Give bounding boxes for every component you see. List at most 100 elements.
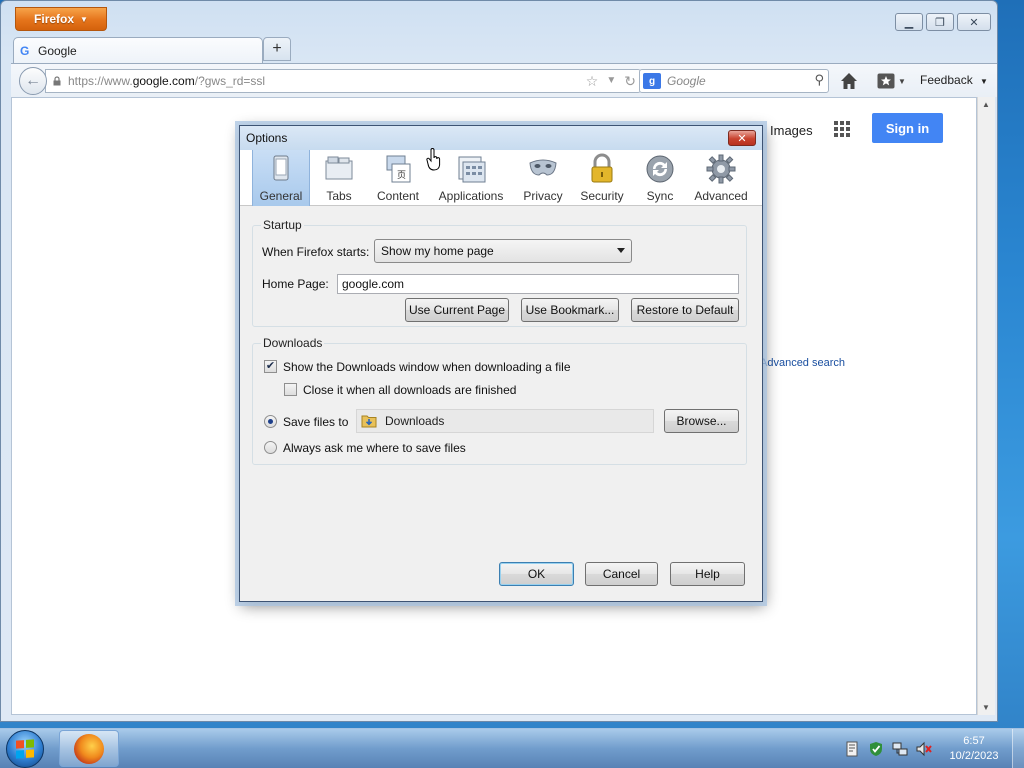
tab-tabs[interactable]: Tabs — [310, 150, 368, 206]
scroll-up-icon[interactable]: ▲ — [982, 100, 990, 109]
advanced-search-link[interactable]: Advanced search — [760, 357, 845, 369]
always-ask-label: Always ask me where to save files — [283, 441, 466, 455]
security-shield-icon[interactable] — [868, 741, 884, 757]
reload-icon[interactable]: ↻ — [624, 73, 636, 90]
maximize-button[interactable]: ❐ — [926, 13, 954, 31]
feedback-label: Feedback — [920, 73, 973, 87]
taskbar-firefox-button[interactable] — [59, 730, 119, 767]
url-bar[interactable]: https://www.google.com/?gws_rd=ssl ☆ ▼ ↻ — [45, 69, 641, 93]
restore-icon: ❐ — [935, 16, 945, 29]
restore-to-default-button[interactable]: Restore to Default — [631, 298, 739, 322]
dialog-close-button[interactable]: ✕ — [728, 130, 756, 146]
clock-date: 10/2/2023 — [949, 750, 999, 762]
url-path: /?gws_rd=ssl — [194, 74, 266, 88]
folder-download-icon — [361, 415, 377, 428]
home-page-value: google.com — [342, 277, 405, 291]
feedback-button[interactable]: Feedback ▼ — [920, 73, 988, 87]
when-starts-label: When Firefox starts: — [262, 245, 370, 259]
plus-icon: + — [272, 40, 282, 57]
windows-logo-icon — [16, 739, 34, 759]
options-dialog: Options ✕ General Tabs 页 Content Applica… — [239, 125, 763, 602]
bookmark-star-icon[interactable]: ☆ — [586, 73, 599, 90]
bookmarks-menu-button[interactable]: ▼ — [877, 70, 911, 92]
clock-time: 6:57 — [963, 735, 985, 747]
ok-button[interactable]: OK — [499, 562, 574, 586]
tab-sync[interactable]: Sync — [632, 150, 688, 206]
save-files-to-radio[interactable] — [264, 415, 277, 428]
system-tray — [844, 741, 932, 757]
pane-label: Applications — [438, 189, 504, 203]
history-dropdown-icon[interactable]: ▼ — [606, 73, 616, 90]
action-center-icon[interactable] — [844, 741, 860, 757]
show-downloads-window-label: Show the Downloads window when downloadi… — [283, 360, 571, 374]
security-padlock-icon — [591, 153, 613, 183]
always-ask-radio[interactable] — [264, 441, 277, 454]
url-host: google.com — [132, 74, 195, 88]
firefox-menu-button[interactable]: Firefox ▼ — [15, 7, 107, 31]
vertical-scrollbar[interactable]: ▲ ▼ — [977, 97, 995, 715]
tab-content[interactable]: 页 Content — [368, 150, 428, 206]
chevron-down-icon: ▼ — [898, 76, 906, 86]
close-when-finished-checkbox[interactable] — [284, 383, 297, 396]
pane-label: Sync — [646, 189, 674, 203]
privacy-mask-icon — [529, 159, 557, 176]
new-tab-button[interactable]: + — [263, 37, 291, 61]
pane-label: Privacy — [523, 189, 563, 203]
apps-grid-icon[interactable] — [834, 121, 850, 137]
firefox-logo-icon — [74, 733, 104, 764]
hand-cursor-icon — [426, 148, 441, 171]
sync-icon — [646, 155, 674, 183]
dropdown-arrow-icon — [617, 248, 625, 253]
download-folder-field: Downloads — [356, 409, 654, 433]
download-folder-name: Downloads — [385, 414, 445, 428]
pane-label: Advanced — [694, 189, 748, 203]
network-icon[interactable] — [892, 741, 908, 757]
pane-label: General — [259, 189, 303, 203]
url-prefix: https://www. — [68, 74, 133, 88]
firefox-menu-label: Firefox — [34, 12, 75, 26]
tab-google[interactable]: G Google — [13, 37, 263, 63]
url-actions: ☆ ▼ ↻ — [586, 73, 636, 90]
advanced-gear-icon — [706, 154, 736, 184]
chevron-down-icon: ▼ — [80, 14, 88, 24]
search-bar[interactable]: g Google ⚲ — [639, 69, 829, 93]
close-window-button[interactable]: ✕ — [957, 13, 991, 31]
show-downloads-window-checkbox[interactable]: ✔ — [264, 360, 277, 373]
system-clock[interactable]: 6:57 10/2/2023 — [944, 734, 1004, 764]
tab-security[interactable]: Security — [572, 150, 632, 206]
minimize-icon: ▁ — [904, 16, 914, 29]
minimize-button[interactable]: ▁ — [895, 13, 923, 31]
scroll-down-icon[interactable]: ▼ — [982, 703, 990, 712]
pane-label: Security — [580, 189, 624, 203]
bookmarks-star-icon — [877, 73, 895, 89]
use-current-page-button[interactable]: Use Current Page — [405, 298, 509, 322]
startup-group-title: Startup — [261, 218, 304, 232]
startup-select[interactable]: Show my home page — [374, 239, 632, 263]
google-search-engine-icon[interactable]: g — [643, 73, 661, 89]
dialog-title: Options — [246, 131, 288, 145]
home-icon[interactable] — [839, 71, 859, 91]
close-icon: ✕ — [737, 132, 747, 145]
back-button[interactable]: ← — [19, 67, 47, 95]
cancel-button[interactable]: Cancel — [585, 562, 658, 586]
tab-title: Google — [38, 43, 77, 58]
window-controls: ▁ ❐ ✕ — [895, 13, 991, 31]
startup-select-value: Show my home page — [381, 244, 494, 258]
search-icon[interactable]: ⚲ — [814, 72, 824, 88]
sign-in-button[interactable]: Sign in — [872, 113, 943, 143]
applications-icon — [458, 156, 486, 183]
browse-button[interactable]: Browse... — [664, 409, 739, 433]
volume-muted-icon[interactable] — [916, 741, 932, 757]
google-favicon-icon: G — [20, 43, 30, 58]
tab-general[interactable]: General — [252, 150, 310, 206]
help-button[interactable]: Help — [670, 562, 745, 586]
tab-privacy[interactable]: Privacy — [514, 150, 572, 206]
show-desktop-button[interactable] — [1012, 729, 1024, 768]
use-bookmark-button[interactable]: Use Bookmark... — [521, 298, 619, 322]
dialog-titlebar[interactable]: Options — [240, 126, 762, 150]
start-button[interactable] — [6, 730, 44, 768]
images-link[interactable]: Images — [770, 123, 813, 138]
tab-advanced[interactable]: Advanced — [688, 150, 754, 206]
home-page-input[interactable]: google.com — [337, 274, 739, 294]
navigation-toolbar: https://www.google.com/?gws_rd=ssl ☆ ▼ ↻… — [11, 63, 997, 97]
